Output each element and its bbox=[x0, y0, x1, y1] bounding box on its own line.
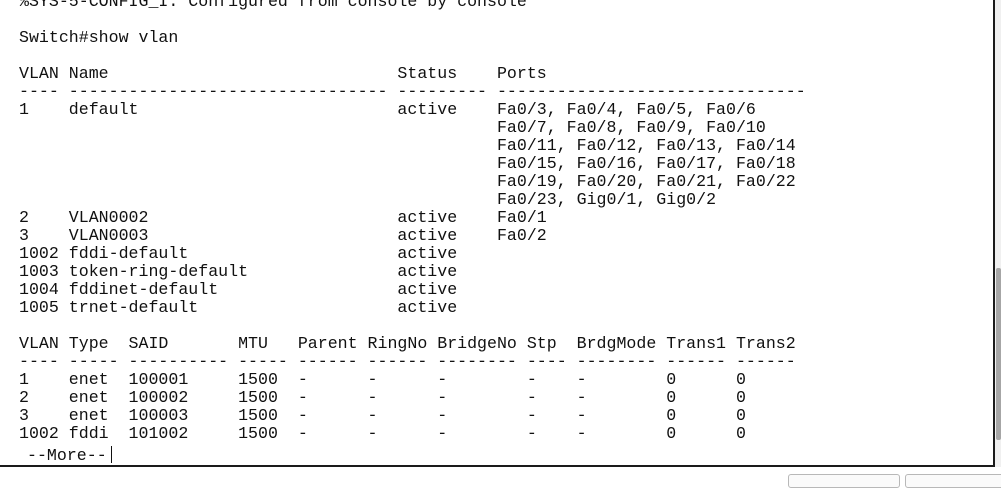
terminal-line: %SYS-5-CONFIG_I: Configured from console… bbox=[19, 0, 527, 11]
scrollbar-thumb[interactable] bbox=[996, 268, 1001, 440]
terminal-output: %SYS-5-CONFIG_I: Configured from console… bbox=[19, 0, 806, 443]
terminal-line: ---- ----- ---------- ----- ------ -----… bbox=[19, 352, 796, 371]
terminal-line: Fa0/15, Fa0/16, Fa0/17, Fa0/18 bbox=[19, 154, 796, 173]
terminal-line: 1003 token-ring-default active bbox=[19, 262, 497, 281]
terminal-line: Fa0/19, Fa0/20, Fa0/21, Fa0/22 bbox=[19, 172, 796, 191]
bottom-tab-2[interactable] bbox=[905, 474, 1001, 488]
terminal-line: 1 enet 100001 1500 - - - - - 0 0 bbox=[19, 370, 746, 389]
terminal-line: 2 VLAN0002 active Fa0/1 bbox=[19, 208, 547, 227]
terminal-line: 1005 trnet-default active bbox=[19, 298, 497, 317]
more-prompt: --More-- bbox=[27, 446, 107, 465]
terminal-line: ---- -------------------------------- --… bbox=[19, 82, 806, 101]
more-prompt-line: --More-- bbox=[27, 446, 112, 465]
terminal-line: Fa0/7, Fa0/8, Fa0/9, Fa0/10 bbox=[19, 118, 766, 137]
terminal-line: Switch#show vlan bbox=[19, 28, 179, 47]
terminal-line: 1002 fddi-default active bbox=[19, 244, 497, 263]
bottom-tab-1[interactable] bbox=[788, 474, 900, 488]
terminal-line: VLAN Name Status Ports bbox=[19, 64, 547, 83]
terminal-line: VLAN Type SAID MTU Parent RingNo BridgeN… bbox=[19, 334, 796, 353]
terminal-line: 3 enet 100003 1500 - - - - - 0 0 bbox=[19, 406, 746, 425]
terminal-line: 1002 fddi 101002 1500 - - - - - 0 0 bbox=[19, 424, 746, 443]
terminal-console[interactable]: %SYS-5-CONFIG_I: Configured from console… bbox=[0, 0, 995, 467]
text-cursor bbox=[110, 446, 112, 463]
terminal-line: 3 VLAN0003 active Fa0/2 bbox=[19, 226, 547, 245]
terminal-line: 1 default active Fa0/3, Fa0/4, Fa0/5, Fa… bbox=[19, 100, 756, 119]
terminal-line: 1004 fddinet-default active bbox=[19, 280, 497, 299]
terminal-line: Fa0/11, Fa0/12, Fa0/13, Fa0/14 bbox=[19, 136, 796, 155]
terminal-line: 2 enet 100002 1500 - - - - - 0 0 bbox=[19, 388, 746, 407]
terminal-line: Fa0/23, Gig0/1, Gig0/2 bbox=[19, 190, 717, 209]
